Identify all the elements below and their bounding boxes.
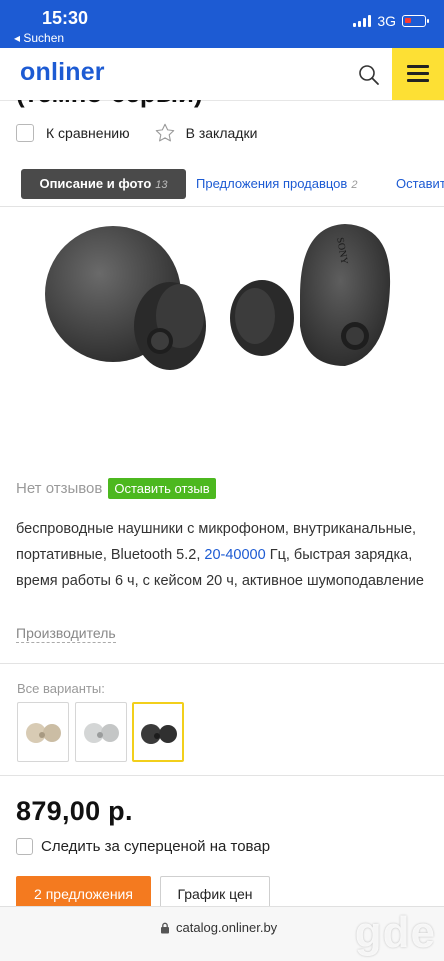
leave-review-button[interactable]: Оставить отзыв bbox=[108, 477, 216, 499]
gde-watermark: gde bbox=[354, 908, 436, 957]
no-reviews-label: Нет отзывов bbox=[16, 479, 103, 497]
product-description: беспроводные наушники с микрофоном, внут… bbox=[16, 516, 428, 594]
price: 879,00 р. bbox=[16, 796, 133, 826]
tab-count: 2 bbox=[351, 179, 358, 191]
tab-label: Предложения продавцов bbox=[196, 176, 348, 191]
status-bar: 15:30 ◂ Suchen 3G bbox=[0, 0, 444, 48]
signal-icon bbox=[353, 15, 372, 27]
follow-price-checkbox[interactable] bbox=[16, 838, 33, 855]
compare-checkbox[interactable] bbox=[16, 124, 34, 142]
lock-icon bbox=[161, 922, 169, 933]
variant-thumbnail bbox=[141, 724, 177, 744]
tab-count: 13 bbox=[155, 179, 168, 191]
variant-beige[interactable] bbox=[17, 702, 69, 762]
divider bbox=[0, 775, 444, 776]
battery-icon bbox=[402, 15, 429, 27]
tab-label: Описание и фото bbox=[39, 176, 152, 191]
site-header: onliner bbox=[0, 48, 444, 101]
url-display[interactable]: catalog.onliner.by bbox=[160, 920, 277, 935]
variant-dark-gray[interactable] bbox=[132, 702, 184, 762]
tab-review[interactable]: Оставить bbox=[396, 169, 444, 199]
compare-label[interactable]: К сравнению bbox=[46, 125, 130, 141]
follow-price-label[interactable]: Следить за суперценой на товар bbox=[41, 838, 270, 855]
tab-description[interactable]: Описание и фото 13 bbox=[21, 169, 186, 199]
tab-offers[interactable]: Предложения продавцов 2 bbox=[196, 169, 357, 199]
manufacturer-link[interactable]: Производитель bbox=[16, 624, 116, 643]
onliner-logo[interactable]: onliner bbox=[20, 58, 105, 87]
clock: 15:30 bbox=[42, 8, 89, 28]
variants-label: Все варианты: bbox=[17, 681, 105, 696]
product-photo[interactable]: SONY bbox=[0, 206, 444, 464]
product-tabs: Описание и фото 13 Предложения продавцов 2… bbox=[0, 169, 444, 201]
frequency-link[interactable]: 20-40000 bbox=[204, 547, 265, 563]
url-text: catalog.onliner.by bbox=[176, 920, 278, 935]
divider bbox=[0, 663, 444, 664]
reviews-row: Нет отзывов Оставить отзыв bbox=[16, 476, 216, 500]
network-type: 3G bbox=[377, 13, 396, 29]
hamburger-icon[interactable] bbox=[392, 48, 444, 100]
product-actions: К сравнению В закладки bbox=[16, 120, 257, 146]
search-icon[interactable] bbox=[356, 62, 382, 88]
tab-label: Оставить bbox=[396, 176, 444, 191]
back-to-search-link[interactable]: ◂ Suchen bbox=[14, 31, 64, 45]
bookmark-star-icon[interactable] bbox=[154, 122, 176, 144]
bookmark-label[interactable]: В закладки bbox=[186, 125, 258, 141]
variant-thumbnail bbox=[84, 723, 119, 743]
status-icons: 3G bbox=[353, 13, 429, 29]
follow-price-row[interactable]: Следить за суперценой на товар bbox=[16, 838, 270, 855]
variant-thumbnail bbox=[26, 723, 61, 743]
variant-white[interactable] bbox=[75, 702, 127, 762]
